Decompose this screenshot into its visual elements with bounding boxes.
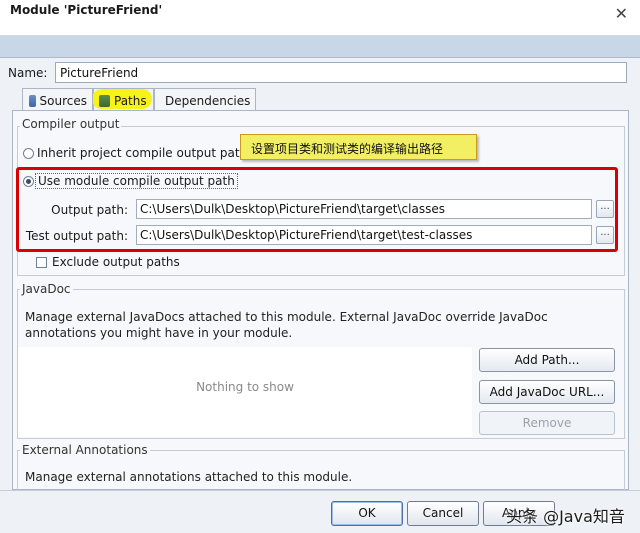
name-input[interactable] (55, 62, 627, 83)
inherit-output-radio[interactable] (23, 148, 34, 159)
javadoc-description: Manage external JavaDocs attached to thi… (25, 310, 548, 340)
tab-sources-label: Sources (39, 94, 87, 108)
tab-paths-label: Paths (114, 94, 147, 108)
dialog-title: Module 'PictureFriend' (10, 3, 163, 17)
add-path-button[interactable]: Add Path... (479, 348, 615, 372)
inherit-output-label[interactable]: Inherit project compile output path (37, 146, 247, 160)
dialog-header (0, 36, 640, 58)
watermark: 头条 @Java知音 (506, 507, 625, 526)
close-icon[interactable]: ✕ (615, 6, 628, 22)
exclude-output-paths-label[interactable]: Exclude output paths (52, 255, 180, 269)
javadoc-title: JavaDoc (20, 282, 73, 296)
tab-paths[interactable]: Paths (92, 88, 154, 110)
tab-sources[interactable]: Sources (22, 88, 94, 110)
annotation-callout: 设置项目类和测试类的编译输出路径 (240, 134, 477, 160)
ok-button[interactable]: OK (331, 501, 403, 526)
paths-icon (99, 95, 110, 107)
exclude-output-paths-checkbox[interactable] (36, 257, 47, 268)
tab-dependencies[interactable]: Dependencies (154, 88, 256, 110)
cancel-button[interactable]: Cancel (407, 501, 479, 526)
remove-button[interactable]: Remove (479, 411, 615, 435)
external-annotations-description: Manage external annotations attached to … (25, 470, 353, 484)
sources-icon (29, 95, 36, 107)
tab-dependencies-label: Dependencies (165, 94, 251, 108)
compiler-output-title: Compiler output (20, 117, 122, 131)
external-annotations-title: External Annotations (20, 443, 150, 457)
name-label: Name: (8, 66, 48, 80)
add-javadoc-url-button[interactable]: Add JavaDoc URL... (479, 380, 615, 404)
javadoc-empty-text: Nothing to show (196, 380, 294, 394)
red-highlight-box (16, 167, 618, 252)
